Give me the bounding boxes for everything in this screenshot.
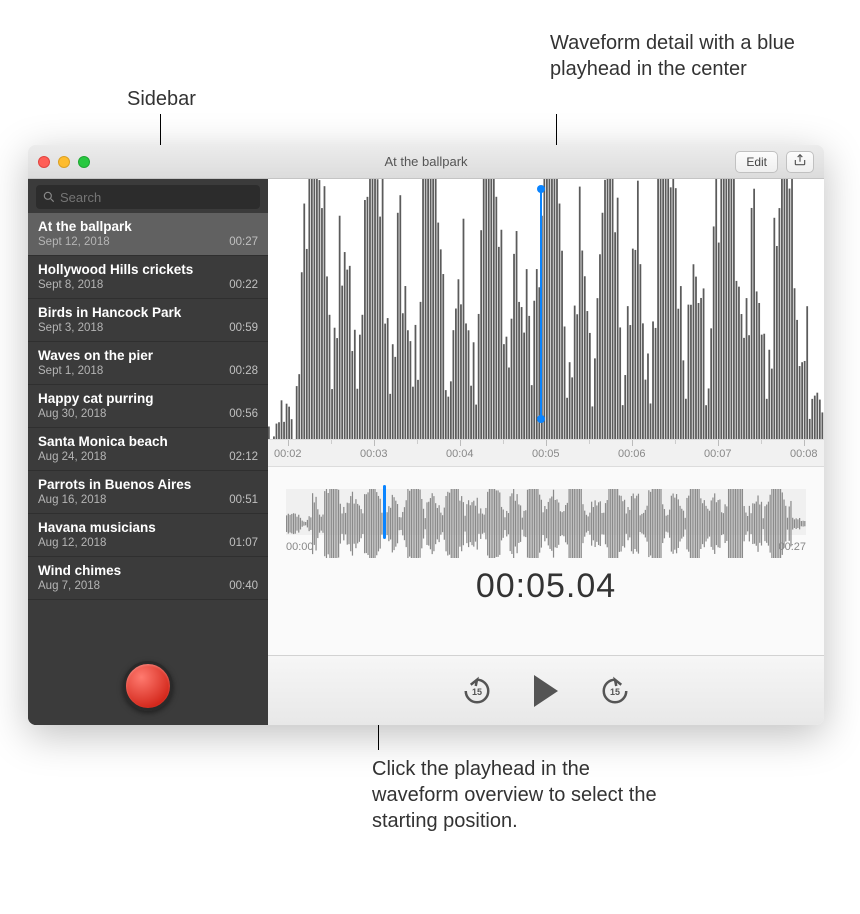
play-icon bbox=[534, 675, 558, 707]
recording-duration: 00:56 bbox=[229, 408, 258, 420]
recording-date: Aug 7, 2018 bbox=[38, 580, 258, 592]
recording-item[interactable]: At the ballpark Sept 12, 201800:27 bbox=[28, 213, 268, 256]
recording-duration: 01:07 bbox=[229, 537, 258, 549]
skip-forward-amount: 15 bbox=[600, 676, 630, 706]
edit-button[interactable]: Edit bbox=[735, 151, 778, 173]
recordings-list: At the ballpark Sept 12, 201800:27 Hollywo… bbox=[28, 213, 268, 647]
playhead-detail[interactable] bbox=[540, 189, 542, 419]
waveform-detail[interactable] bbox=[268, 179, 824, 439]
recording-item[interactable]: Santa Monica beach Aug 24, 201802:12 bbox=[28, 428, 268, 471]
search-input[interactable] bbox=[36, 185, 260, 209]
recording-date: Aug 30, 2018 bbox=[38, 408, 258, 420]
main-panel: 00:0200:0300:0400:0500:0600:0700:08 00:0… bbox=[268, 179, 824, 725]
callout-sidebar: Sidebar bbox=[127, 86, 196, 112]
recording-name: Waves on the pier bbox=[38, 348, 258, 363]
record-button[interactable] bbox=[123, 661, 173, 711]
recording-date: Sept 8, 2018 bbox=[38, 279, 258, 291]
current-time-display: 00:05.04 bbox=[268, 567, 824, 606]
recording-date: Sept 1, 2018 bbox=[38, 365, 258, 377]
recording-item[interactable]: Parrots in Buenos Aires Aug 16, 201800:51 bbox=[28, 471, 268, 514]
window-title: At the ballpark bbox=[28, 154, 824, 169]
recording-date: Aug 12, 2018 bbox=[38, 537, 258, 549]
recording-name: Birds in Hancock Park bbox=[38, 305, 258, 320]
ruler-minor-tick bbox=[503, 440, 504, 444]
ruler-minor-tick bbox=[331, 440, 332, 444]
waveform-overview-graphic bbox=[286, 489, 806, 558]
recording-item[interactable]: Wind chimes Aug 7, 201800:40 bbox=[28, 557, 268, 600]
recording-duration: 02:12 bbox=[229, 451, 258, 463]
waveform-overview[interactable] bbox=[286, 489, 806, 535]
recording-name: Santa Monica beach bbox=[38, 434, 258, 449]
recording-duration: 00:28 bbox=[229, 365, 258, 377]
titlebar[interactable]: At the ballpark Edit bbox=[28, 145, 824, 179]
recording-date: Sept 12, 2018 bbox=[38, 236, 258, 248]
skip-back-button[interactable]: 15 bbox=[462, 676, 492, 706]
recording-name: At the ballpark bbox=[38, 219, 258, 234]
recording-duration: 00:22 bbox=[229, 279, 258, 291]
recording-item[interactable]: Waves on the pier Sept 1, 201800:28 bbox=[28, 342, 268, 385]
recording-date: Aug 16, 2018 bbox=[38, 494, 258, 506]
ruler-minor-tick bbox=[417, 440, 418, 444]
share-button[interactable] bbox=[786, 151, 814, 173]
recording-date: Sept 3, 2018 bbox=[38, 322, 258, 334]
skip-back-amount: 15 bbox=[462, 676, 492, 706]
sidebar: At the ballpark Sept 12, 201800:27 Hollywo… bbox=[28, 179, 268, 725]
recording-name: Happy cat purring bbox=[38, 391, 258, 406]
recording-name: Hollywood Hills crickets bbox=[38, 262, 258, 277]
recording-item[interactable]: Birds in Hancock Park Sept 3, 201800:59 bbox=[28, 299, 268, 342]
recording-item[interactable]: Hollywood Hills crickets Sept 8, 201800:2… bbox=[28, 256, 268, 299]
recording-name: Havana musicians bbox=[38, 520, 258, 535]
playback-controls: 15 15 bbox=[268, 655, 824, 725]
recording-name: Wind chimes bbox=[38, 563, 258, 578]
playhead-overview[interactable] bbox=[383, 485, 386, 539]
recording-item[interactable]: Happy cat purring Aug 30, 201800:56 bbox=[28, 385, 268, 428]
recording-duration: 00:40 bbox=[229, 580, 258, 592]
recording-item[interactable]: Havana musicians Aug 12, 201801:07 bbox=[28, 514, 268, 557]
callout-overview: Click the playhead in the waveform overv… bbox=[372, 756, 662, 834]
ruler-minor-tick bbox=[675, 440, 676, 444]
recording-duration: 00:59 bbox=[229, 322, 258, 334]
recording-date: Aug 24, 2018 bbox=[38, 451, 258, 463]
recording-name: Parrots in Buenos Aires bbox=[38, 477, 258, 492]
share-icon bbox=[793, 153, 807, 170]
recording-duration: 00:27 bbox=[229, 236, 258, 248]
ruler-minor-tick bbox=[589, 440, 590, 444]
time-ruler[interactable]: 00:0200:0300:0400:0500:0600:0700:08 bbox=[268, 439, 824, 467]
app-window: At the ballpark Edit At the ballparkSept bbox=[28, 145, 824, 725]
play-button[interactable] bbox=[534, 675, 558, 707]
waveform-detail-graphic bbox=[268, 179, 824, 439]
callout-waveform-detail: Waveform detail with a blue playhead in … bbox=[550, 30, 800, 82]
skip-forward-button[interactable]: 15 bbox=[600, 676, 630, 706]
recording-duration: 00:51 bbox=[229, 494, 258, 506]
ruler-minor-tick bbox=[761, 440, 762, 444]
